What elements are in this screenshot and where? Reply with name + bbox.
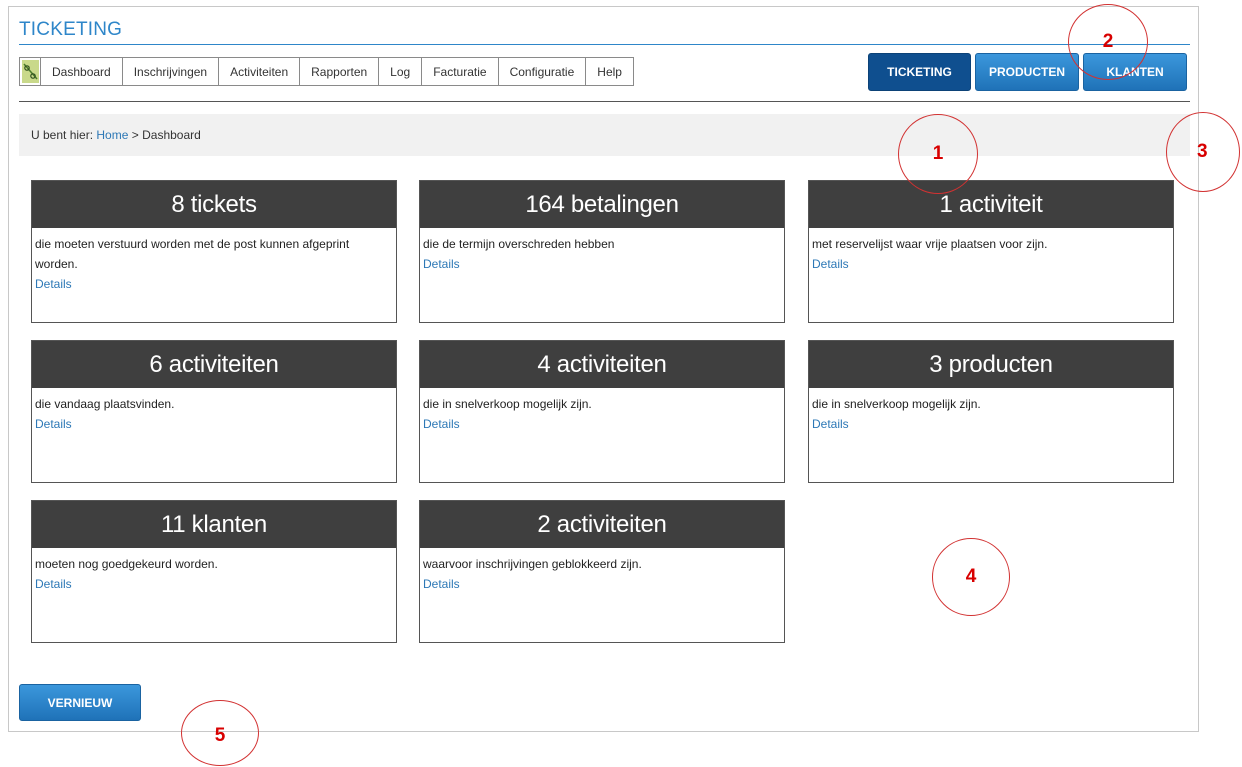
producten-mode-button[interactable]: PRODUCTEN xyxy=(975,53,1079,91)
card-title: 11 klanten xyxy=(32,501,396,548)
card-description: waarvoor inschrijvingen geblokkeerd zijn… xyxy=(423,557,642,571)
breadcrumb-current: Dashboard xyxy=(142,128,201,142)
menu-item-rapporten[interactable]: Rapporten xyxy=(300,58,380,85)
callout-2: 2 xyxy=(1068,4,1148,80)
card-title: 1 activiteit xyxy=(809,181,1173,228)
nav-divider xyxy=(19,101,1190,102)
card-description: die moeten verstuurd worden met de post … xyxy=(35,237,350,271)
menu-item-dashboard[interactable]: Dashboard xyxy=(41,58,123,85)
ticketing-mode-button[interactable]: TICKETING xyxy=(868,53,971,91)
callout-3: 3 xyxy=(1166,112,1240,192)
dashboard-card-vandaag: 6 activiteiten die vandaag plaatsvinden.… xyxy=(31,340,397,483)
dashboard-card-betalingen: 164 betalingen die de termijn overschred… xyxy=(419,180,785,323)
menu-item-help[interactable]: Help xyxy=(586,58,633,85)
card-details-link[interactable]: Details xyxy=(32,414,396,434)
dashboard-card-klanten: 11 klanten moeten nog goedgekeurd worden… xyxy=(31,500,397,643)
card-details-link[interactable]: Details xyxy=(420,414,784,434)
title-divider xyxy=(19,44,1190,45)
callout-5: 5 xyxy=(181,700,259,766)
breadcrumb: U bent hier: Home > Dashboard xyxy=(19,114,1190,156)
menu-item-configuratie[interactable]: Configuratie xyxy=(499,58,587,85)
menu-item-inschrijvingen[interactable]: Inschrijvingen xyxy=(123,58,220,85)
card-details-link[interactable]: Details xyxy=(32,574,396,594)
card-title: 6 activiteiten xyxy=(32,341,396,388)
card-description: die de termijn overschreden hebben xyxy=(423,237,615,251)
card-title: 3 producten xyxy=(809,341,1173,388)
callout-4: 4 xyxy=(932,538,1010,616)
card-description: met reservelijst waar vrije plaatsen voo… xyxy=(812,237,1048,251)
card-details-link[interactable]: Details xyxy=(420,574,784,594)
card-title: 4 activiteiten xyxy=(420,341,784,388)
app-title: TICKETING xyxy=(19,19,123,40)
card-details-link[interactable]: Details xyxy=(420,254,784,274)
card-title: 164 betalingen xyxy=(420,181,784,228)
refresh-button[interactable]: VERNIEUW xyxy=(19,684,141,721)
card-title: 2 activiteiten xyxy=(420,501,784,548)
dashboard-card-tickets: 8 tickets die moeten verstuurd worden me… xyxy=(31,180,397,323)
menu-item-activiteiten[interactable]: Activiteiten xyxy=(219,58,301,85)
card-description: die vandaag plaatsvinden. xyxy=(35,397,175,411)
main-menu: Dashboard Inschrijvingen Activiteiten Ra… xyxy=(19,57,634,86)
card-details-link[interactable]: Details xyxy=(809,254,1173,274)
dashboard-card-geblokkeerd: 2 activiteiten waarvoor inschrijvingen g… xyxy=(419,500,785,643)
app-logo-icon xyxy=(20,58,41,85)
card-details-link[interactable]: Details xyxy=(809,414,1173,434)
breadcrumb-home-link[interactable]: Home xyxy=(96,128,128,142)
dashboard-card-snelverkoop-producten: 3 producten die in snelverkoop mogelijk … xyxy=(808,340,1174,483)
dashboard-card-snelverkoop-activiteiten: 4 activiteiten die in snelverkoop mogeli… xyxy=(419,340,785,483)
menu-item-log[interactable]: Log xyxy=(379,58,423,85)
menu-item-facturatie[interactable]: Facturatie xyxy=(422,58,499,85)
card-description: moeten nog goedgekeurd worden. xyxy=(35,557,218,571)
dashboard-card-reservelijst: 1 activiteit met reservelijst waar vrije… xyxy=(808,180,1174,323)
card-title: 8 tickets xyxy=(32,181,396,228)
card-details-link[interactable]: Details xyxy=(32,274,396,294)
card-description: die in snelverkoop mogelijk zijn. xyxy=(812,397,981,411)
callout-1: 1 xyxy=(898,114,978,194)
card-description: die in snelverkoop mogelijk zijn. xyxy=(423,397,592,411)
breadcrumb-prefix: U bent hier: xyxy=(31,128,94,142)
breadcrumb-separator: > xyxy=(131,128,139,142)
